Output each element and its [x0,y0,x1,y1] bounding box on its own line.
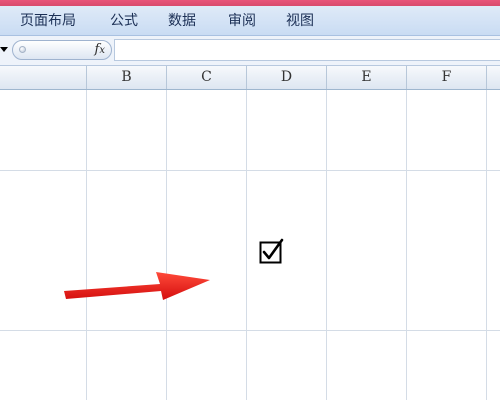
column-header-b[interactable]: B [86,66,166,89]
formula-input[interactable] [114,39,500,61]
column-header-partial[interactable] [486,66,500,89]
fx-icon[interactable]: fx [95,41,105,59]
grid-line [406,90,407,400]
grid-line [486,90,487,400]
column-header-d[interactable]: D [246,66,326,89]
spreadsheet-window: 页面布局 公式 数据 审阅 视图 fx B C D E F [0,0,500,400]
ribbon-tab-bar: 页面布局 公式 数据 审阅 视图 [0,6,500,36]
grid-line [0,170,500,171]
column-header-row: B C D E F [0,66,500,90]
name-box-dropdown-icon[interactable] [0,47,8,52]
cell-grid[interactable] [0,90,500,400]
column-header-e[interactable]: E [326,66,406,89]
checkbox-glyph [259,238,284,264]
grid-line [246,90,247,400]
grid-line [166,90,167,400]
formula-bar: fx [0,36,500,66]
tab-data[interactable]: 数据 [168,6,196,36]
column-header-f[interactable]: F [406,66,486,89]
insert-function-control[interactable]: fx [12,40,112,60]
column-header-c[interactable]: C [166,66,246,89]
checkbox-checked-icon[interactable] [259,238,285,264]
grid-line [86,90,87,400]
tab-review[interactable]: 审阅 [228,6,256,36]
grid-line [0,330,500,331]
formula-bar-grip-icon [19,46,26,53]
tab-page-layout[interactable]: 页面布局 [20,6,76,36]
grid-line [326,90,327,400]
tab-formulas[interactable]: 公式 [110,6,138,36]
tab-view[interactable]: 视图 [286,6,314,36]
